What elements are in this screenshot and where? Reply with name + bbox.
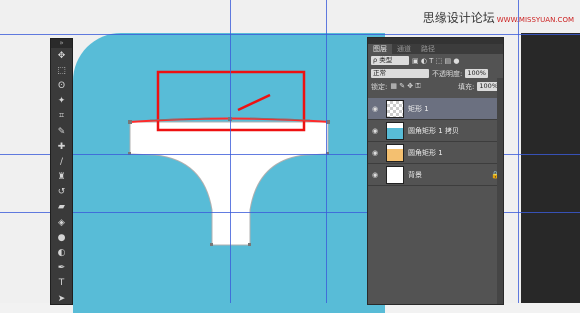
layer-row[interactable]: ◉ 圆角矩形 1 拷贝 bbox=[368, 120, 503, 142]
history-brush-icon[interactable]: ↺ bbox=[51, 185, 72, 200]
type-icon[interactable]: T bbox=[51, 276, 72, 291]
layers-panel: 图层 通道 路径 ρ 类型 ▣ ◐ T ⬚ ▤ ● 正常 不透明度: 100% … bbox=[367, 37, 504, 305]
visibility-eye-icon[interactable]: ◉ bbox=[368, 127, 382, 135]
magic-wand-icon[interactable]: ✦ bbox=[51, 94, 72, 109]
layer-name[interactable]: 背景 bbox=[408, 170, 491, 180]
guide-vertical[interactable] bbox=[326, 0, 327, 303]
guide-vertical[interactable] bbox=[518, 0, 519, 303]
fill-label: 填充: bbox=[458, 82, 475, 91]
layer-name[interactable]: 圆角矩形 1 拷贝 bbox=[408, 126, 503, 136]
tab-channels[interactable]: 通道 bbox=[392, 44, 416, 54]
opacity-label: 不透明度: bbox=[432, 69, 463, 78]
tab-layers[interactable]: 图层 bbox=[368, 44, 392, 54]
pen-icon[interactable]: ✒ bbox=[51, 261, 72, 276]
watermark-text: 思缘设计论坛 bbox=[422, 11, 495, 25]
visibility-eye-icon[interactable]: ◉ bbox=[368, 149, 382, 157]
layer-thumbnail bbox=[386, 121, 404, 140]
healing-brush-icon[interactable]: ✚ bbox=[51, 139, 72, 154]
lock-icons[interactable]: ▦ ✎ ✥ ⚿ bbox=[390, 82, 420, 91]
layer-list: ◉ 矩形 1 ◉ 圆角矩形 1 拷贝 ◉ 圆角矩形 1 ◉ 背景 🔒 bbox=[368, 98, 503, 186]
guide-horizontal[interactable] bbox=[0, 34, 580, 35]
white-t-shape bbox=[129, 121, 329, 246]
lasso-icon[interactable]: ʘ bbox=[51, 78, 72, 93]
dodge-icon[interactable]: ◐ bbox=[51, 245, 72, 260]
eyedropper-icon[interactable]: ✎ bbox=[51, 124, 72, 139]
layer-thumbnail bbox=[386, 143, 404, 162]
layer-filter-select[interactable]: ρ 类型 bbox=[371, 56, 409, 65]
filter-icons: ▣ ◐ T ⬚ ▤ ● bbox=[412, 56, 460, 65]
tools-grip[interactable]: » bbox=[51, 39, 72, 48]
panel-tabs: 图层 通道 路径 bbox=[368, 44, 503, 54]
selection-highlight-box bbox=[156, 70, 306, 132]
layer-row[interactable]: ◉ 圆角矩形 1 bbox=[368, 142, 503, 164]
layer-row[interactable]: ◉ 背景 🔒 bbox=[368, 164, 503, 186]
eraser-icon[interactable]: ▰ bbox=[51, 200, 72, 215]
blend-row: 正常 不透明度: 100% bbox=[368, 67, 503, 80]
visibility-eye-icon[interactable]: ◉ bbox=[368, 105, 382, 113]
blend-mode-select[interactable]: 正常 bbox=[371, 69, 429, 78]
filter-row: ρ 类型 ▣ ◐ T ⬚ ▤ ● bbox=[368, 54, 503, 67]
move-icon[interactable]: ✥ bbox=[51, 48, 72, 63]
layer-row[interactable]: ◉ 矩形 1 bbox=[368, 98, 503, 120]
selection-pointer-line bbox=[237, 93, 271, 112]
layer-name[interactable]: 矩形 1 bbox=[408, 104, 503, 114]
layer-thumbnail bbox=[386, 99, 404, 118]
paint-bucket-icon[interactable]: ◈ bbox=[51, 215, 72, 230]
watermark-url: WWW.MISSYUAN.COM bbox=[496, 16, 574, 24]
visibility-eye-icon[interactable]: ◉ bbox=[368, 171, 382, 179]
stamp-icon[interactable]: ♜ bbox=[51, 170, 72, 185]
watermark: 思缘设计论坛 WWW.MISSYUAN.COM bbox=[423, 9, 574, 26]
marquee-icon[interactable]: ⬚ bbox=[51, 63, 72, 78]
guide-vertical[interactable] bbox=[230, 0, 231, 303]
lock-row: 锁定: ▦ ✎ ✥ ⚿ 填充: 100% bbox=[368, 80, 503, 93]
crop-icon[interactable]: ⌗ bbox=[51, 109, 72, 124]
opacity-field[interactable]: 100% bbox=[465, 69, 488, 78]
brush-icon[interactable]: ∕ bbox=[51, 154, 72, 169]
tab-paths[interactable]: 路径 bbox=[416, 44, 440, 54]
lock-label: 锁定: bbox=[371, 82, 388, 91]
path-selection-icon[interactable]: ➤ bbox=[51, 291, 72, 306]
blur-icon[interactable]: ● bbox=[51, 230, 72, 245]
layer-name[interactable]: 圆角矩形 1 bbox=[408, 148, 503, 158]
panel-scrollbar[interactable] bbox=[497, 78, 503, 304]
layer-thumbnail bbox=[386, 165, 404, 184]
tools-panel: » ✥ ⬚ ʘ ✦ ⌗ ✎ ✚ ∕ ♜ ↺ ▰ ◈ ● ◐ ✒ T ➤ bbox=[50, 38, 73, 305]
